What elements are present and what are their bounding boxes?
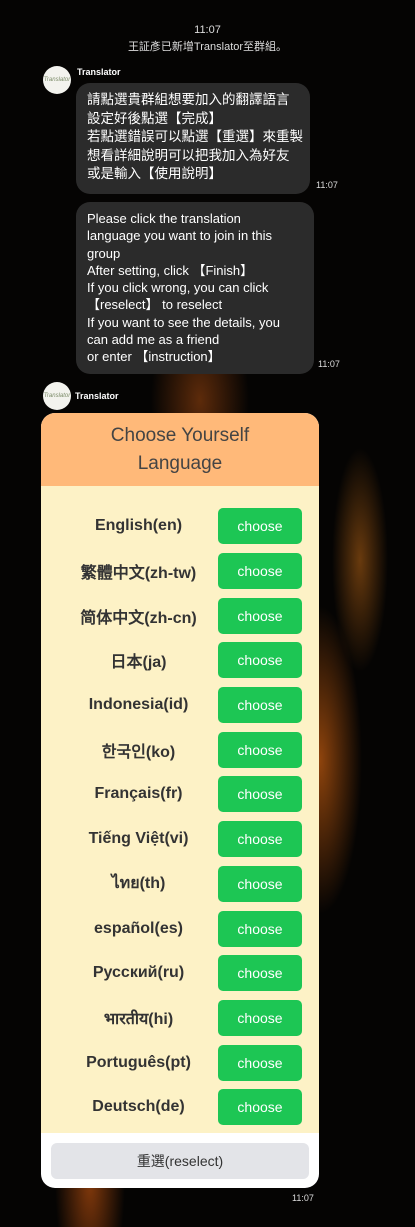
language-row: Tiếng Việt(vi) choose: [41, 817, 319, 862]
message-line: group: [87, 245, 121, 261]
card-title-line1: Choose Yourself: [110, 424, 250, 446]
choose-button[interactable]: choose: [218, 731, 302, 768]
message-bubble-english[interactable]: Please click the translation language yo…: [76, 202, 314, 374]
language-row: Português(pt) choose: [41, 1040, 319, 1085]
message-line: 請點選貴群組想要加入的翻譯語言: [87, 92, 290, 107]
language-name: भारतीय(hi): [103, 1010, 174, 1028]
translator-avatar[interactable]: Translator: [43, 66, 71, 94]
language-row: Français(fr) choose: [41, 772, 319, 817]
language-name: Português(pt): [86, 1053, 191, 1071]
language-name: 繁體中文(zh-tw): [80, 565, 197, 583]
system-notice: 王証彥已新增Translator至群組。: [127, 41, 288, 53]
message-time: 11:07: [292, 1193, 314, 1203]
message-line: If you want to see the details, you: [87, 314, 280, 330]
message-line: 設定好後點選【完成】: [87, 110, 222, 126]
choose-button[interactable]: choose: [218, 955, 302, 992]
language-row: español(es) choose: [41, 906, 319, 951]
choose-button[interactable]: choose: [218, 642, 302, 679]
language-row: भारतीय(hi) choose: [41, 996, 319, 1041]
choose-button[interactable]: choose: [218, 999, 302, 1036]
card-footer: 重選(reselect): [41, 1133, 319, 1188]
choose-button[interactable]: choose: [218, 910, 302, 947]
choose-button[interactable]: choose: [218, 776, 302, 813]
choose-button[interactable]: choose: [218, 508, 302, 545]
language-name: Français(fr): [94, 785, 183, 803]
language-name: English(en): [94, 517, 183, 535]
language-row: Indonesia(id) choose: [41, 683, 319, 728]
language-name: 简体中文(zh-cn): [80, 609, 197, 627]
language-row: 日本(ja) choose: [41, 638, 319, 683]
message-time: 11:07: [316, 180, 338, 190]
language-name: 日本(ja): [110, 654, 167, 672]
language-row: 繁體中文(zh-tw) choose: [41, 549, 319, 594]
message-line: can add me as a friend: [87, 332, 220, 348]
message-line: 想看詳細說明可以把我加入為好友: [87, 147, 290, 163]
language-name: Русский(ru): [92, 964, 185, 982]
translator-avatar[interactable]: Translator: [43, 382, 71, 410]
language-name: Indonesia(id): [88, 696, 189, 714]
language-list: English(en) choose 繁體中文(zh-tw) choose 简体中文(z…: [41, 486, 319, 1133]
choose-button[interactable]: choose: [218, 597, 302, 634]
language-name: Tiếng Việt(vi): [88, 830, 189, 848]
choose-button[interactable]: choose: [218, 865, 302, 902]
language-selection-card: Choose Yourself Language English(en) choo…: [41, 413, 319, 1188]
choose-button[interactable]: choose: [218, 821, 302, 858]
language-name: español(es): [94, 919, 183, 937]
message-line: After setting, click 【Finish】: [87, 262, 254, 278]
avatar-logo-text: Translator: [43, 77, 71, 83]
language-name: ไทย(th): [111, 875, 166, 893]
message-line: 【reselect】 to reselect: [87, 297, 223, 313]
message-line: If you click wrong, you can click: [87, 280, 269, 296]
language-row: Deutsch(de) choose: [41, 1085, 319, 1130]
language-row: Русский(ru) choose: [41, 951, 319, 996]
choose-button[interactable]: choose: [218, 1044, 302, 1081]
message-bubble-chinese[interactable]: 請點選貴群組想要加入的翻譯語言 設定好後點選【完成】 若點選錯誤可以點選【重選】…: [76, 83, 310, 194]
choose-button[interactable]: choose: [218, 553, 302, 590]
sender-name: Translator: [75, 391, 119, 401]
choose-button[interactable]: choose: [218, 687, 302, 724]
system-time: 11:07: [194, 24, 221, 36]
card-header: Choose Yourself Language: [41, 413, 319, 486]
sender-name: Translator: [77, 67, 121, 77]
message-line: language you want to join in this: [87, 228, 273, 244]
message-line: or enter 【instruction】: [87, 349, 221, 365]
reselect-button[interactable]: 重選(reselect): [51, 1142, 309, 1179]
card-title-line2: Language: [137, 452, 223, 474]
message-time: 11:07: [318, 359, 340, 369]
avatar-logo-text: Translator: [43, 393, 71, 399]
language-row: English(en) choose: [41, 504, 319, 549]
language-name: Deutsch(de): [92, 1098, 185, 1116]
choose-button[interactable]: choose: [218, 1089, 302, 1126]
language-row: 한국인(ko) choose: [41, 727, 319, 772]
language-name: 한국인(ko): [101, 743, 176, 761]
language-row: 简体中文(zh-cn) choose: [41, 593, 319, 638]
language-row: ไทย(th) choose: [41, 862, 319, 907]
message-line: 或是輸入【使用說明】: [87, 166, 222, 181]
message-line: 若點選錯誤可以點選【重選】來重製: [87, 129, 303, 144]
message-line: Please click the translation: [87, 211, 241, 226]
